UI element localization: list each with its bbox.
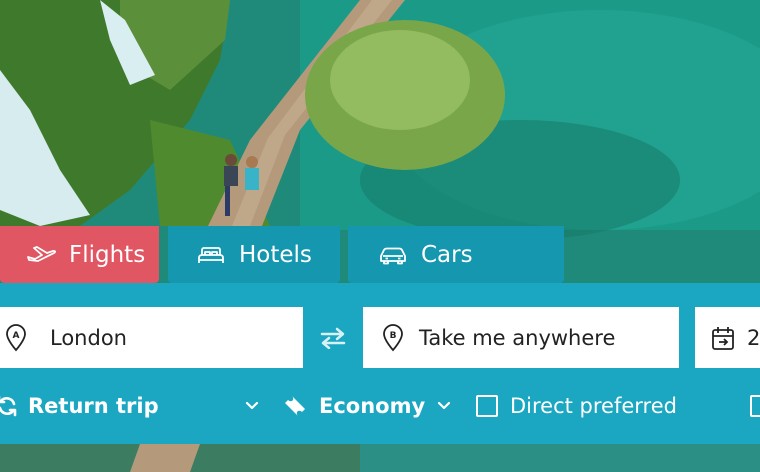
swap-arrows-icon[interactable]: [318, 327, 348, 350]
checkbox-box[interactable]: [476, 395, 498, 417]
car-icon: [378, 245, 408, 265]
return-trip-icon: [0, 395, 18, 417]
cabin-class-label: Economy: [319, 394, 426, 418]
ticket-icon: [283, 394, 307, 418]
tab-hotels-label: Hotels: [239, 241, 312, 268]
tab-hotels[interactable]: Hotels: [168, 226, 340, 283]
checkbox-box[interactable]: [750, 395, 760, 417]
destination-field[interactable]: B Take me anywhere: [363, 307, 679, 368]
plane-icon: [26, 245, 56, 265]
tab-flights[interactable]: Flights: [0, 226, 159, 283]
svg-text:A: A: [13, 331, 20, 341]
destination-value: Take me anywhere: [419, 325, 616, 350]
pin-a-icon: A: [4, 323, 28, 352]
direct-preferred-checkbox[interactable]: Direct preferred: [476, 391, 677, 421]
search-options: Return trip Economy Direct preferred: [0, 391, 760, 421]
date-value: 2: [747, 325, 760, 350]
extra-checkbox[interactable]: [750, 391, 760, 421]
direct-preferred-label: Direct preferred: [510, 394, 677, 418]
tab-cars-label: Cars: [421, 241, 473, 268]
trip-type-label: Return trip: [28, 394, 159, 418]
bed-icon: [196, 245, 226, 265]
trip-type-select[interactable]: Return trip: [0, 391, 259, 421]
tab-cars[interactable]: Cars: [348, 226, 564, 283]
svg-text:B: B: [390, 331, 397, 341]
date-field[interactable]: 2: [695, 307, 760, 368]
chevron-down-icon: [245, 401, 259, 411]
tab-flights-label: Flights: [69, 241, 146, 268]
search-widget: Flights Hotels Cars A London B Take me a…: [0, 226, 760, 444]
cabin-class-select[interactable]: Economy: [283, 391, 451, 421]
origin-field[interactable]: A London: [0, 307, 303, 368]
travel-tabs: Flights Hotels Cars: [0, 226, 760, 283]
calendar-icon: [711, 324, 735, 352]
pin-b-icon: B: [381, 323, 405, 352]
search-panel: A London B Take me anywhere 2 Return tri…: [0, 283, 760, 444]
chevron-down-icon: [437, 401, 451, 411]
origin-value: London: [50, 325, 127, 350]
